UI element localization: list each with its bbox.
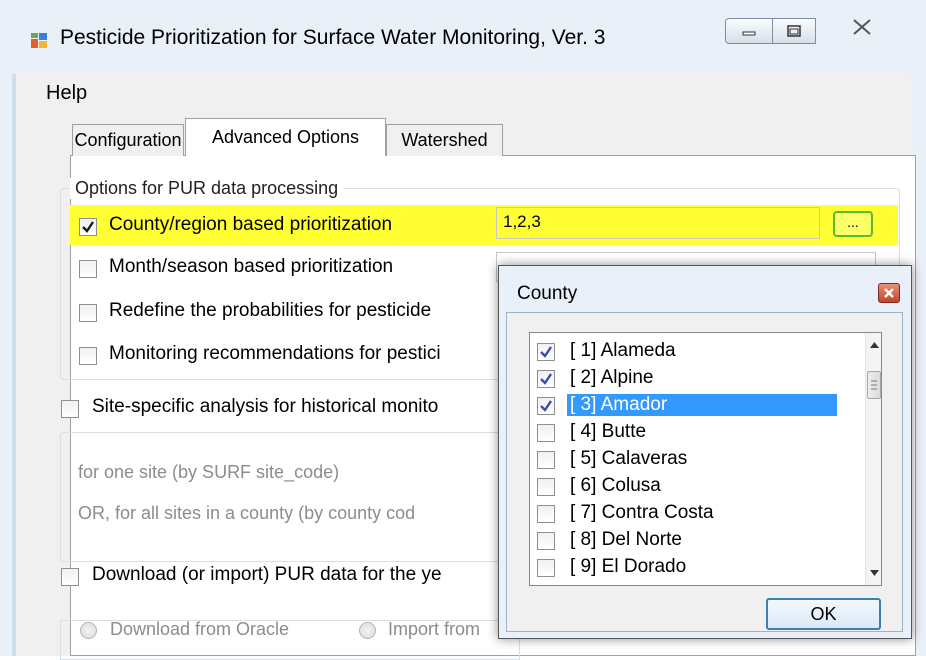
county-browse-button[interactable]: ... — [833, 211, 873, 237]
site-checkbox[interactable] — [61, 400, 79, 418]
dialog-title: County — [517, 283, 578, 304]
item-label: [ 9] El Dorado — [570, 556, 687, 577]
menu-help[interactable]: Help — [46, 82, 87, 105]
tab-advanced-options[interactable]: Advanced Options — [185, 118, 386, 156]
list-item[interactable]: [ 7] Contra Costa — [537, 501, 837, 528]
download-label: Download (or import) PUR data for the ye — [92, 564, 442, 585]
close-icon — [853, 19, 871, 35]
tab-configuration[interactable]: Configuration — [72, 124, 184, 156]
month-label: Month/season based prioritization — [109, 256, 394, 277]
monitoring-checkbox[interactable] — [79, 347, 97, 365]
county-codes-field[interactable]: 1,2,3 — [496, 207, 820, 239]
checkmark-icon — [540, 346, 552, 358]
tab-watershed[interactable]: Watershed — [386, 124, 503, 156]
maximize-button[interactable] — [772, 18, 816, 44]
list-item-selected[interactable]: [ 3] Amador — [537, 393, 837, 420]
list-item[interactable]: [ 1] Alameda — [537, 339, 837, 366]
list-item[interactable]: [ 4] Butte — [537, 420, 837, 447]
download-checkbox[interactable] — [61, 568, 79, 586]
item-label: [ 6] Colusa — [570, 475, 661, 496]
item-label: [ 4] Butte — [570, 421, 647, 442]
county-dialog: County [ 1] Alameda [ 2] Alpine [ 3] Ama… — [498, 265, 912, 639]
minimize-icon — [742, 31, 756, 36]
site-options-box — [60, 432, 520, 562]
site-label: Site-specific analysis for historical mo… — [92, 396, 439, 417]
list-item[interactable]: [ 5] Calaveras — [537, 447, 837, 474]
all-sites-label: OR, for all sites in a county (by county… — [78, 503, 416, 523]
monitoring-label: Monitoring recommendations for pestici — [109, 343, 441, 364]
list-scrollbar[interactable] — [865, 333, 881, 585]
item-label: [ 7] Contra Costa — [570, 502, 714, 523]
item-checkbox[interactable] — [537, 559, 555, 577]
item-checkbox[interactable] — [537, 505, 555, 523]
item-checkbox[interactable] — [537, 451, 555, 469]
close-button[interactable] — [815, 10, 909, 44]
dialog-close-button[interactable] — [878, 283, 900, 303]
app-icon — [31, 33, 47, 49]
item-checkbox[interactable] — [537, 478, 555, 496]
redefine-label: Redefine the probabilities for pesticide — [109, 300, 432, 321]
item-label: [ 8] Del Norte — [570, 529, 682, 550]
scroll-up-icon[interactable] — [869, 341, 880, 349]
one-site-label: for one site (by SURF site_code) — [78, 462, 340, 482]
import-label: Import from — [388, 619, 481, 639]
item-checkbox[interactable] — [537, 397, 555, 415]
list-item[interactable]: [ 8] Del Norte — [537, 528, 837, 555]
oracle-radio[interactable] — [80, 622, 97, 639]
redefine-checkbox[interactable] — [79, 304, 97, 322]
county-checkbox[interactable] — [79, 218, 97, 236]
maximize-icon — [787, 25, 801, 37]
checkmark-icon — [540, 400, 552, 412]
window-title: Pesticide Prioritization for Surface Wat… — [60, 26, 606, 49]
ok-button[interactable]: OK — [766, 598, 881, 630]
group-title: Options for PUR data processing — [70, 178, 344, 199]
list-item[interactable]: [ 6] Colusa — [537, 474, 837, 501]
item-checkbox[interactable] — [537, 343, 555, 361]
list-item[interactable]: [ 9] El Dorado — [537, 555, 837, 582]
item-checkbox[interactable] — [537, 532, 555, 550]
month-checkbox[interactable] — [79, 260, 97, 278]
scroll-down-icon[interactable] — [869, 569, 880, 577]
county-label: County/region based prioritization — [109, 214, 393, 235]
grip-icon — [871, 380, 877, 390]
title-bar[interactable]: Pesticide Prioritization for Surface Wat… — [0, 0, 926, 74]
item-label: [ 2] Alpine — [570, 367, 654, 388]
oracle-label: Download from Oracle — [110, 619, 290, 639]
checkmark-icon — [82, 221, 94, 233]
county-checklist[interactable]: [ 1] Alameda [ 2] Alpine [ 3] Amador [ 4… — [529, 332, 882, 586]
close-icon — [884, 288, 894, 298]
list-item[interactable]: [ 2] Alpine — [537, 366, 837, 393]
minimize-button[interactable] — [725, 18, 773, 44]
item-label: [ 1] Alameda — [570, 340, 676, 361]
item-checkbox[interactable] — [537, 370, 555, 388]
import-radio[interactable] — [359, 622, 376, 639]
item-label: [ 3] Amador — [567, 394, 837, 416]
checkmark-icon — [540, 373, 552, 385]
scrollbar-thumb[interactable] — [867, 371, 881, 399]
item-label: [ 5] Calaveras — [570, 448, 688, 469]
menu-bar — [16, 74, 909, 112]
item-checkbox[interactable] — [537, 424, 555, 442]
